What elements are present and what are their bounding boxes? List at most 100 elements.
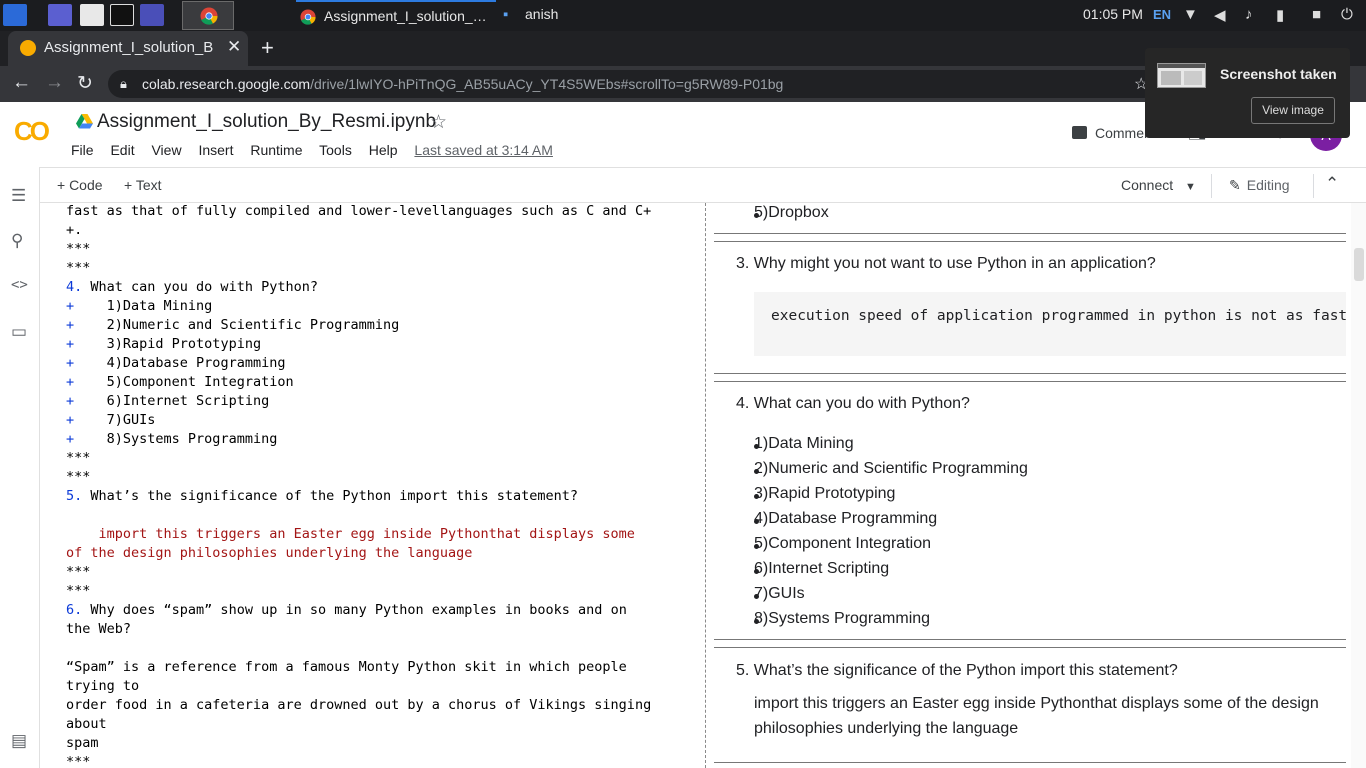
back-icon[interactable]: ←	[12, 72, 31, 94]
google-drive-icon[interactable]	[76, 114, 93, 129]
reload-icon[interactable]: ↻	[77, 72, 93, 95]
list-number: 5.	[66, 488, 83, 504]
editor-line: 6. Why does “spam” show up in so many Py…	[66, 601, 651, 620]
new-tab-button[interactable]: +	[261, 35, 274, 61]
editor-line-text: 3)Rapid Prototyping	[74, 336, 262, 352]
code-snippets-icon[interactable]: <>	[11, 277, 28, 293]
files-folder-icon[interactable]: ▭	[11, 322, 27, 342]
chrome-launcher[interactable]	[182, 1, 234, 30]
vertical-scrollbar[interactable]	[1351, 203, 1366, 768]
notebook-title[interactable]: Assignment_I_solution_By_Resmi.ipynb	[97, 111, 436, 133]
toolbar-divider	[1211, 174, 1212, 198]
add-text-button[interactable]: + Text	[124, 177, 162, 193]
divider	[714, 381, 1346, 382]
list-item: 2)Numeric and Scientific Programming	[754, 460, 1028, 477]
app-menu-icon[interactable]	[3, 4, 27, 26]
question-5-answer-line: import this triggers an Easter egg insid…	[754, 695, 1319, 712]
user-folder-icon: ▪	[503, 6, 509, 23]
editor-line: ***	[66, 259, 651, 278]
code-block[interactable]: execution speed of application programme…	[754, 292, 1346, 356]
editor-line: + 3)Rapid Prototyping	[66, 335, 651, 354]
diff-plus-marker: +	[66, 393, 75, 409]
close-tab-icon[interactable]: ✕	[227, 37, 241, 57]
taskbar-window-chrome[interactable]: Assignment_I_solution_…	[296, 0, 496, 31]
editor-line-text: 1)Data Mining	[74, 298, 213, 314]
editor-line: the Web?	[66, 620, 651, 639]
url-text: colab.research.google.com/drive/1lwIYO-h…	[142, 76, 783, 92]
wifi-icon[interactable]: ▼	[1183, 6, 1198, 23]
editor-line-text: trying to	[66, 678, 140, 694]
list-number: 4.	[66, 279, 83, 295]
editor-line: import this triggers an Easter egg insid…	[66, 525, 651, 544]
list-number: 6.	[66, 602, 83, 618]
file-manager-icon[interactable]	[80, 4, 104, 26]
comment-button[interactable]: Comment	[1072, 125, 1156, 141]
chevron-up-icon[interactable]: ⌃	[1325, 174, 1339, 194]
list-item: 4)Database Programming	[754, 510, 938, 527]
colab-logo[interactable]: CO	[14, 116, 50, 147]
diff-plus-marker: +	[66, 431, 75, 447]
editor-line: ***	[66, 753, 651, 768]
menu-edit[interactable]: Edit	[110, 142, 134, 158]
editor-line-text: “Spam” is a reference from a famous Mont…	[66, 659, 627, 675]
keyboard-layout[interactable]: EN	[1153, 7, 1171, 22]
divider	[714, 233, 1346, 234]
editor-line: “Spam” is a reference from a famous Mont…	[66, 658, 651, 677]
add-code-button[interactable]: + Code	[57, 177, 103, 193]
markdown-preview: 5)Dropbox 3. Why might you not want to u…	[714, 203, 1346, 768]
screenshot-thumbnail[interactable]	[1157, 63, 1206, 88]
screen-recorder-icon[interactable]	[140, 4, 164, 26]
address-bar[interactable]: 🔒︎ colab.research.google.com/drive/1lwIY…	[108, 70, 1158, 98]
forward-icon[interactable]: →	[45, 72, 64, 94]
editor-line-text: 8)Systems Programming	[74, 431, 278, 447]
browser-tab-active[interactable]: Assignment_I_solution_B ✕	[8, 31, 248, 66]
terminal-icon[interactable]: ▤	[11, 731, 27, 751]
menu-help[interactable]: Help	[369, 142, 398, 158]
menu-file[interactable]: File	[71, 142, 94, 158]
menu-runtime[interactable]: Runtime	[250, 142, 302, 158]
question-5-answer-line: philosophies underlying the language	[754, 720, 1019, 737]
editor-line: ***	[66, 468, 651, 487]
chrome-icon	[200, 7, 218, 25]
editor-line: of the design philosophies underlying th…	[66, 544, 651, 563]
menu-insert[interactable]: Insert	[198, 142, 233, 158]
divider	[714, 373, 1346, 374]
editor-line-text: 7)GUIs	[74, 412, 156, 428]
editor-line-text: ***	[66, 564, 91, 580]
editor-line: fast as that of fully compiled and lower…	[66, 203, 651, 221]
editor-line-text: ***	[66, 754, 91, 768]
comment-icon	[1072, 126, 1087, 139]
power-icon[interactable]: ⏻	[1341, 6, 1353, 23]
diff-plus-marker: +	[66, 317, 75, 333]
editor-line: about	[66, 715, 651, 734]
editing-mode-button[interactable]: ✎ Editing	[1229, 177, 1290, 194]
view-image-button[interactable]: View image	[1251, 97, 1335, 124]
clock[interactable]: 01:05 PM	[1083, 6, 1143, 22]
markdown-editor[interactable]: fast as that of fully compiled and lower…	[60, 203, 706, 768]
terminal-icon[interactable]	[110, 4, 134, 26]
table-of-contents-icon[interactable]: ☰	[11, 186, 26, 206]
menu-tools[interactable]: Tools	[319, 142, 352, 158]
list-item: 5)Dropbox	[754, 204, 829, 221]
search-icon[interactable]: ⚲	[11, 231, 23, 251]
workspace-icon[interactable]	[48, 4, 72, 26]
volume-icon[interactable]: ◀	[1214, 6, 1226, 24]
list-item: 1)Data Mining	[754, 435, 854, 452]
editor-line: + 7)GUIs	[66, 411, 651, 430]
editor-line-text: order food in a cafeteria are drowned ou…	[66, 697, 652, 713]
star-icon[interactable]: ☆	[430, 111, 447, 134]
editor-line: ***	[66, 240, 651, 259]
editor-line-text: fast as that of fully compiled and lower…	[66, 203, 652, 219]
notification-bell-icon[interactable]: ♪	[1245, 6, 1253, 23]
menu-view[interactable]: View	[151, 142, 181, 158]
last-saved-link[interactable]: Last saved at 3:14 AM	[414, 142, 553, 158]
connect-button[interactable]: Connect ▼	[1121, 177, 1196, 193]
battery-icon[interactable]: ▮	[1276, 6, 1284, 24]
taskbar-user[interactable]: anish	[525, 6, 558, 22]
scrollbar-thumb[interactable]	[1354, 248, 1364, 281]
lock-icon[interactable]: ■	[1312, 6, 1321, 23]
diff-plus-marker: +	[66, 412, 75, 428]
editor-line-text: Why does “spam” show up in so many Pytho…	[82, 602, 627, 618]
